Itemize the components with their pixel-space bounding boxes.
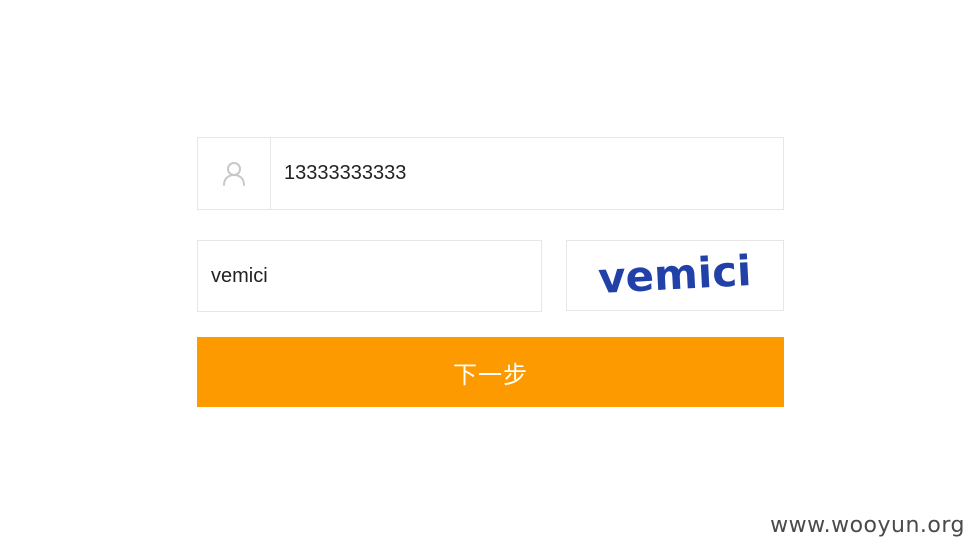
- captcha-image[interactable]: vemici: [566, 240, 784, 311]
- phone-input[interactable]: [271, 138, 783, 209]
- captcha-input[interactable]: [197, 240, 542, 312]
- watermark: www.wooyun.org: [770, 513, 965, 538]
- next-step-button[interactable]: 下一步: [197, 337, 784, 407]
- phone-field: [197, 137, 784, 210]
- user-icon: [223, 161, 245, 186]
- captcha-image-text: vemici: [597, 249, 753, 303]
- phone-icon-cell: [198, 138, 271, 209]
- captcha-graphic: vemici: [597, 249, 753, 303]
